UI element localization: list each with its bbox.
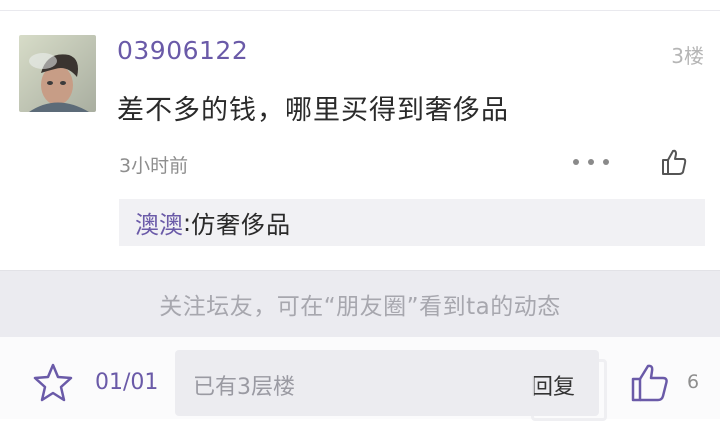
reply-colon: : <box>183 208 192 237</box>
reply-preview[interactable]: 澳澳 : 仿奢侈品 <box>119 199 705 246</box>
thumbs-up-icon[interactable] <box>628 360 672 404</box>
reply-username[interactable]: 澳澳 <box>135 205 183 240</box>
follow-prompt-text: 关注坛友，可在“朋友圈”看到ta的动态 <box>159 294 561 320</box>
avatar[interactable] <box>19 35 96 112</box>
more-icon[interactable] <box>573 155 609 169</box>
reply-input-placeholder: 已有3层楼 <box>193 375 295 400</box>
page-indicator[interactable]: 01/01 <box>95 370 158 395</box>
reply-text: 仿奢侈品 <box>191 211 292 239</box>
like-count: 6 <box>687 371 700 393</box>
star-icon[interactable] <box>31 361 75 405</box>
watermark <box>531 359 607 421</box>
post-content: 差不多的钱，哪里买得到奢侈品 <box>117 95 509 126</box>
follow-prompt-bar[interactable]: 关注坛友，可在“朋友圈”看到ta的动态 <box>0 270 720 338</box>
floor-number: 3楼 <box>671 44 704 68</box>
post-time: 3小时前 <box>119 155 189 177</box>
username[interactable]: 03906122 <box>117 36 248 65</box>
thumbs-up-icon[interactable] <box>659 147 689 177</box>
